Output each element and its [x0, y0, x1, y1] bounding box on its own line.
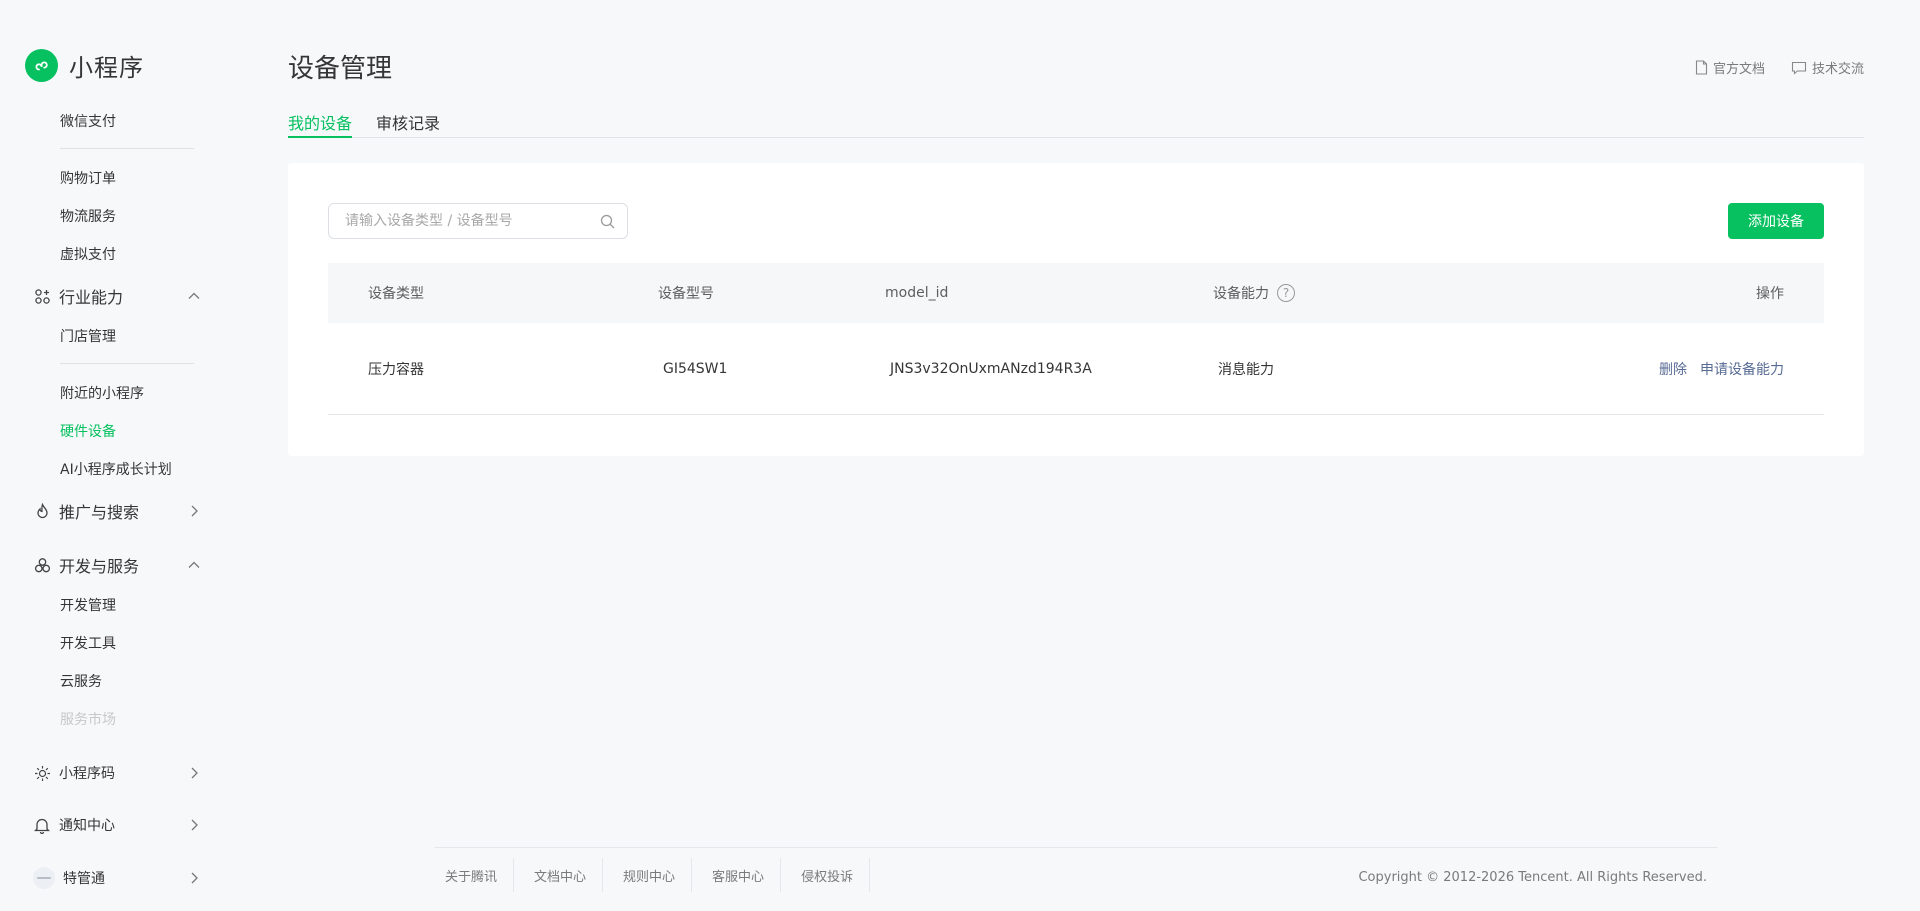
bell-icon: [33, 816, 51, 834]
delete-link[interactable]: 删除: [1659, 359, 1687, 379]
help-icon[interactable]: ?: [1277, 284, 1295, 302]
sidebar-group-label: 行业能力: [59, 288, 124, 307]
column-device-type: 设备类型: [368, 286, 424, 302]
chevron-right-icon: [187, 818, 201, 832]
chevron-right-icon: [187, 871, 201, 885]
account-name: 特管通: [63, 871, 105, 887]
sidebar-group-label: 开发与服务: [59, 557, 140, 576]
sidebar-item-dev-tools[interactable]: 开发工具: [60, 633, 116, 653]
sidebar-group-label: 推广与搜索: [59, 503, 140, 522]
cell-actions: 删除 申请设备能力: [1659, 323, 1784, 414]
brand-name: 小程序: [69, 54, 144, 82]
document-icon: [1695, 60, 1708, 75]
cell-capability: 消息能力: [1218, 361, 1274, 378]
sidebar-item-cloud-service[interactable]: 云服务: [60, 671, 102, 691]
tech-community-link[interactable]: 技术交流: [1791, 58, 1864, 77]
sidebar-item-store-management[interactable]: 门店管理: [60, 326, 116, 346]
sidebar-item-hardware[interactable]: 硬件设备: [60, 421, 116, 441]
column-model-id: model_id: [885, 285, 949, 301]
tech-community-label: 技术交流: [1811, 62, 1864, 77]
sidebar-group-notifications[interactable]: 通知中心: [33, 815, 201, 835]
sidebar-item-logistics[interactable]: 物流服务: [60, 206, 116, 226]
cell-device-model: GI54SW1: [663, 360, 728, 377]
sidebar-divider: [60, 363, 194, 364]
sidebar-group-label: 通知中心: [59, 818, 115, 834]
sidebar-account[interactable]: 特管通: [33, 867, 201, 889]
footer-link-about[interactable]: 关于腾讯: [435, 858, 515, 892]
top-links: 官方文档 技术交流: [1695, 58, 1864, 77]
chevron-right-icon: [187, 766, 201, 780]
column-device-model: 设备型号: [658, 286, 714, 302]
sidebar: 小程序 微信支付 购物订单 物流服务 虚拟支付 行业能力 门店管理 附近的小程序…: [0, 0, 230, 911]
footer-link-docs[interactable]: 文档中心: [524, 858, 604, 892]
footer-links: 关于腾讯 文档中心 规则中心 客服中心 侵权投诉: [435, 858, 880, 892]
column-capability: 设备能力 ?: [1213, 263, 1295, 323]
column-capability-label: 设备能力: [1213, 286, 1269, 302]
sun-icon: [33, 764, 51, 782]
table-header: 设备类型 设备型号 model_id 设备能力 ? 操作: [328, 263, 1824, 323]
sidebar-group-promotion[interactable]: 推广与搜索: [33, 499, 201, 523]
chevron-up-icon: [187, 558, 201, 572]
column-actions: 操作: [1756, 286, 1784, 302]
add-device-button[interactable]: 添加设备: [1728, 203, 1824, 239]
cell-device-type: 压力容器: [368, 361, 424, 378]
sidebar-group-qrcode[interactable]: 小程序码: [33, 763, 201, 783]
copyright: Copyright © 2012-2026 Tencent. All Right…: [1358, 870, 1707, 885]
official-docs-link[interactable]: 官方文档: [1695, 58, 1765, 77]
footer-link-complaint[interactable]: 侵权投诉: [791, 858, 871, 892]
chat-bubble-icon: [1791, 61, 1807, 75]
tab-bar: 我的设备 审核记录: [288, 110, 1864, 138]
sidebar-group-industry[interactable]: 行业能力: [33, 284, 201, 308]
chevron-up-icon: [187, 289, 201, 303]
sidebar-item-virtual-pay[interactable]: 虚拟支付: [60, 244, 116, 264]
sidebar-item-wechat-pay[interactable]: 微信支付: [60, 111, 116, 131]
search-icon[interactable]: [600, 214, 615, 229]
footer: 关于腾讯 文档中心 规则中心 客服中心 侵权投诉 Copyright © 201…: [435, 847, 1717, 899]
avatar: [33, 867, 55, 889]
page-title: 设备管理: [288, 54, 393, 84]
cell-model-id: JNS3v32OnUxmANzd194R3A: [890, 360, 1092, 377]
miniprogram-logo-icon: [25, 49, 58, 82]
dev-services-icon: [33, 556, 51, 574]
search-input[interactable]: [345, 213, 600, 229]
chevron-right-icon: [187, 504, 201, 518]
sidebar-group-dev-services[interactable]: 开发与服务: [33, 553, 201, 577]
search-box[interactable]: [328, 203, 628, 239]
sidebar-item-service-market[interactable]: 服务市场: [60, 709, 116, 729]
footer-link-support[interactable]: 客服中心: [702, 858, 782, 892]
sidebar-item-shopping-orders[interactable]: 购物订单: [60, 168, 116, 188]
table-row: 压力容器 GI54SW1 JNS3v32OnUxmANzd194R3A 消息能力…: [328, 323, 1824, 415]
tab-review-records[interactable]: 审核记录: [376, 110, 440, 138]
sidebar-divider: [60, 148, 194, 149]
sidebar-item-dev-management[interactable]: 开发管理: [60, 595, 116, 615]
device-card: 添加设备 设备类型 设备型号 model_id 设备能力 ? 操作 压力容器 G…: [288, 163, 1864, 456]
industry-icon: [33, 287, 51, 305]
flame-icon: [33, 502, 51, 520]
sidebar-group-label: 小程序码: [59, 766, 115, 782]
apply-capability-link[interactable]: 申请设备能力: [1700, 359, 1784, 379]
sidebar-item-ai-growth[interactable]: AI小程序成长计划: [60, 459, 172, 479]
tab-my-devices[interactable]: 我的设备: [288, 110, 353, 138]
sidebar-item-nearby[interactable]: 附近的小程序: [60, 383, 144, 403]
official-docs-label: 官方文档: [1712, 62, 1765, 77]
brand-logo-link[interactable]: 小程序: [25, 48, 144, 83]
footer-link-rules[interactable]: 规则中心: [613, 858, 693, 892]
